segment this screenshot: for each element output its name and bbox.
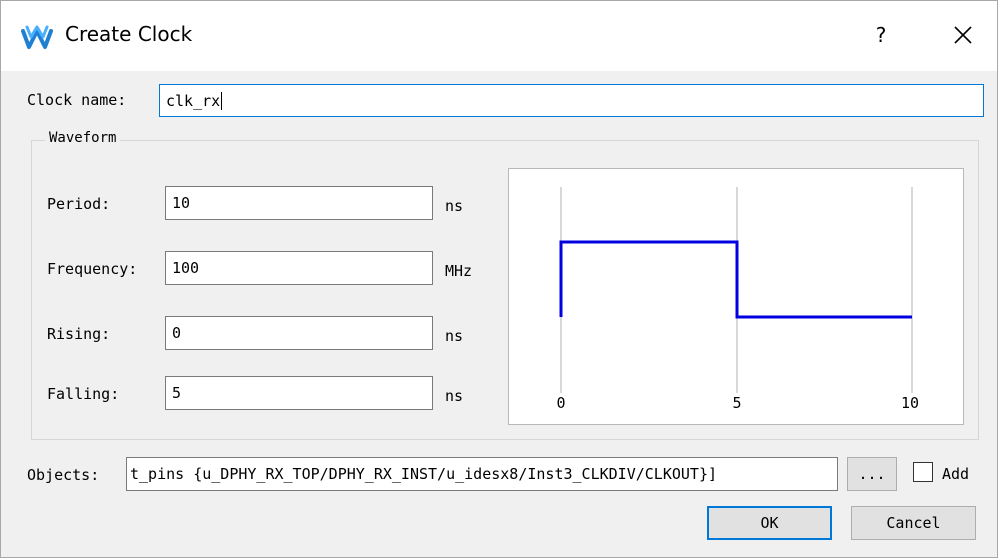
create-clock-dialog: Create Clock ? Clock name: clk_rx Wavefo… xyxy=(0,0,998,558)
tick-label-5: 5 xyxy=(732,394,742,412)
add-label: Add xyxy=(942,465,970,483)
tick-label-0: 0 xyxy=(556,394,566,412)
objects-value: t_pins {u_DPHY_RX_TOP/DPHY_RX_INST/u_ide… xyxy=(130,465,717,483)
tick-label-10: 10 xyxy=(900,394,920,412)
cancel-button[interactable]: Cancel xyxy=(851,506,976,540)
objects-input[interactable]: t_pins {u_DPHY_RX_TOP/DPHY_RX_INST/u_ide… xyxy=(126,457,838,491)
objects-label: Objects: xyxy=(27,466,100,484)
clock-waveform xyxy=(559,240,912,319)
ok-button[interactable]: OK xyxy=(707,506,832,540)
browse-objects-button[interactable]: ... xyxy=(847,457,897,491)
add-checkbox[interactable] xyxy=(913,462,933,482)
